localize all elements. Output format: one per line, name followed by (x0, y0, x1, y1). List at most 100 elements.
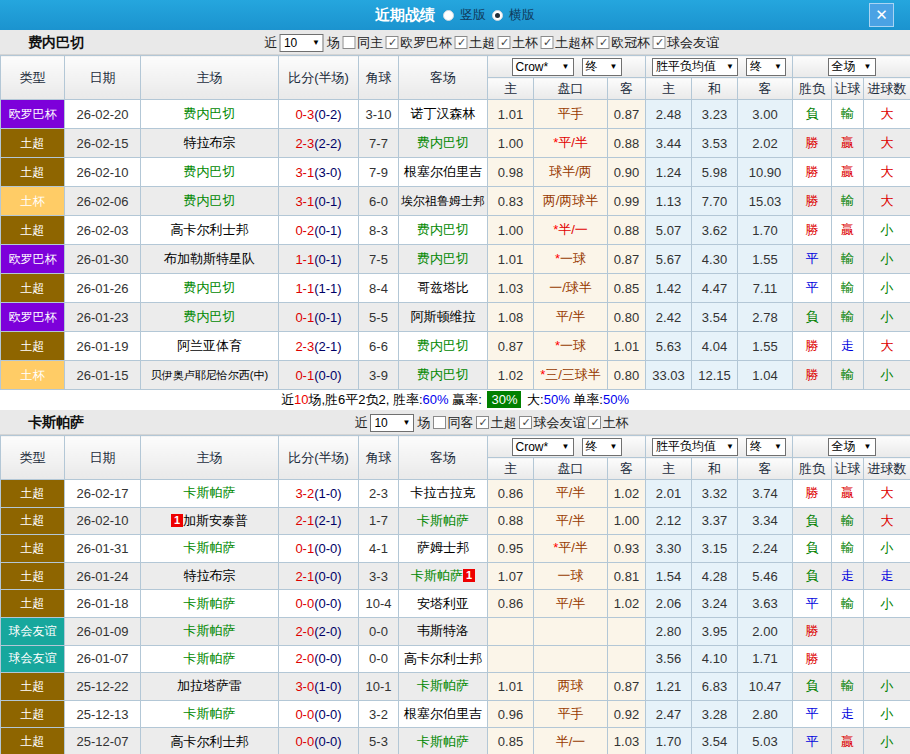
away-odds-cell: 1.02 (608, 590, 646, 618)
result-cell: 勝 (793, 129, 832, 158)
avg-source-select[interactable]: 胜平负均值▼ (652, 438, 738, 456)
layout-radio-vertical-label[interactable]: 竖版 (460, 6, 486, 24)
match-type-badge: 土超 (1, 507, 65, 535)
league-checkbox[interactable] (653, 36, 666, 49)
league-filter: 土超 (455, 34, 495, 52)
goals-result-cell: 大 (864, 158, 910, 187)
handicap-result-cell: 贏 (832, 480, 864, 508)
match-date: 25-12-07 (65, 728, 141, 754)
match-type-badge: 土超 (1, 700, 65, 728)
avg-time-select[interactable]: 终▼ (746, 58, 786, 76)
score-cell: 0-1(0-0) (279, 361, 359, 390)
avg-home-cell: 2.06 (646, 590, 692, 618)
same-venue-checkbox[interactable] (433, 416, 446, 429)
league-checkbox[interactable] (386, 36, 399, 49)
odds-time-select[interactable]: 终▼ (582, 58, 622, 76)
away-team-cell: 卡斯帕萨 (399, 507, 488, 535)
goals-result-cell: 小 (864, 216, 910, 245)
avg-draw-cell: 4.10 (692, 645, 738, 673)
handicap-cell: *半/一 (534, 216, 608, 245)
result-group-header: 全场▼ (793, 436, 910, 458)
summary-part: 单率: (570, 392, 603, 407)
home-odds-cell (488, 645, 534, 673)
same-venue-label: 同主 (357, 34, 383, 52)
corners-cell: 0-0 (359, 617, 399, 645)
goals-result-cell: 小 (864, 535, 910, 563)
dropdown-arrow-icon: ▼ (610, 442, 618, 451)
corners-cell: 3-9 (359, 361, 399, 390)
odds-source-select[interactable]: Crow*▼ (512, 438, 574, 456)
half-score: (2-1) (314, 513, 341, 528)
handicap-result-cell: 輸 (832, 673, 864, 701)
team-section: 费内巴切 近10▼场同主欧罗巴杯土超土杯土超杯欧冠杯球会友谊 类型日期主场比分(… (0, 30, 910, 410)
league-checkbox[interactable] (476, 416, 489, 429)
layout-radio-vertical[interactable] (443, 10, 454, 21)
result-cell: 平 (793, 590, 832, 618)
score-cell: 2-0(2-0) (279, 617, 359, 645)
odds-time-select[interactable]: 终▼ (582, 438, 622, 456)
avg-time-select[interactable]: 终▼ (746, 438, 786, 456)
corners-cell: 0-0 (359, 645, 399, 673)
league-checkbox[interactable] (541, 36, 554, 49)
handicap-cell: *三/三球半 (534, 361, 608, 390)
league-checkbox-label: 土超 (469, 34, 495, 52)
games-count-select-value: 10 (374, 416, 387, 430)
dropdown-arrow-icon: ▼ (774, 62, 782, 71)
summary-part: 场,胜6平2负2, 胜率: (308, 392, 422, 407)
close-button[interactable]: ✕ (869, 3, 894, 27)
avg-source-select[interactable]: 胜平负均值▼ (652, 58, 738, 76)
full-score: 3-2 (295, 486, 314, 501)
score-cell: 0-0(0-0) (279, 590, 359, 618)
avg-time-select-value: 终 (750, 438, 762, 455)
scope-select[interactable]: 全场▼ (828, 438, 876, 456)
avg-home-cell: 2.48 (646, 100, 692, 129)
match-row: 欧罗巴杯26-02-20费内巴切0-3(0-2)3-10诺丁汉森林1.01平手0… (1, 100, 910, 129)
goals-result-cell: 小 (864, 590, 910, 618)
games-count-select[interactable]: 10▼ (370, 414, 414, 432)
games-count-select-value: 10 (284, 36, 297, 50)
result-cell: 平 (793, 728, 832, 754)
goals-result-cell: 小 (864, 728, 910, 754)
subject-team-name: 费内巴切 (184, 106, 236, 121)
odds-source-select[interactable]: Crow*▼ (512, 58, 574, 76)
score-cell: 0-2(0-1) (279, 216, 359, 245)
col-header: 比分(半场) (279, 56, 359, 100)
league-checkbox[interactable] (519, 416, 532, 429)
avg-away-cell: 5.03 (738, 728, 793, 754)
layout-radio-horizontal-label[interactable]: 横版 (509, 6, 535, 24)
match-date: 25-12-22 (65, 673, 141, 701)
goals-result-cell: 大 (864, 100, 910, 129)
league-checkbox[interactable] (588, 416, 601, 429)
home-odds-cell: 0.98 (488, 158, 534, 187)
league-checkbox[interactable] (455, 36, 468, 49)
layout-radio-horizontal[interactable] (492, 10, 503, 21)
avg-draw-cell: 3.53 (692, 129, 738, 158)
corners-cell: 7-5 (359, 245, 399, 274)
away-team-cell: 根塞尔伯里吉 (399, 700, 488, 728)
avg-home-cell: 2.01 (646, 480, 692, 508)
avg-home-cell: 5.07 (646, 216, 692, 245)
league-filter: 球会友谊 (653, 34, 719, 52)
score-cell: 0-1(0-1) (279, 303, 359, 332)
games-count-select[interactable]: 10▼ (280, 34, 324, 52)
table-header: 类型日期主场比分(半场)角球客场Crow*▼终▼胜平负均值▼终▼全场▼ 主盘口客… (1, 56, 910, 100)
dropdown-arrow-icon: ▼ (726, 442, 734, 451)
handicap-cell: 平/半 (534, 480, 608, 508)
handicap-result-cell: 輸 (832, 535, 864, 563)
full-score: 1-1 (295, 281, 314, 296)
result-cell: 勝 (793, 645, 832, 673)
games-unit-label: 场 (327, 34, 340, 52)
league-checkbox[interactable] (498, 36, 511, 49)
scope-select[interactable]: 全场▼ (828, 58, 876, 76)
handicap-value: 一/球半 (549, 280, 592, 295)
handicap-value: 一球 (560, 338, 586, 353)
league-checkbox[interactable] (597, 36, 610, 49)
subject-team-name: 费内巴切 (417, 251, 469, 266)
col-header: 角球 (359, 436, 399, 480)
avg-draw-cell: 3.24 (692, 590, 738, 618)
opponent-team-name: 诺丁汉森林 (411, 106, 476, 121)
scope-select-value: 全场 (832, 58, 856, 75)
half-score: (1-1) (314, 281, 341, 296)
same-venue-checkbox[interactable] (343, 36, 356, 49)
handicap-result-cell: 輸 (832, 245, 864, 274)
